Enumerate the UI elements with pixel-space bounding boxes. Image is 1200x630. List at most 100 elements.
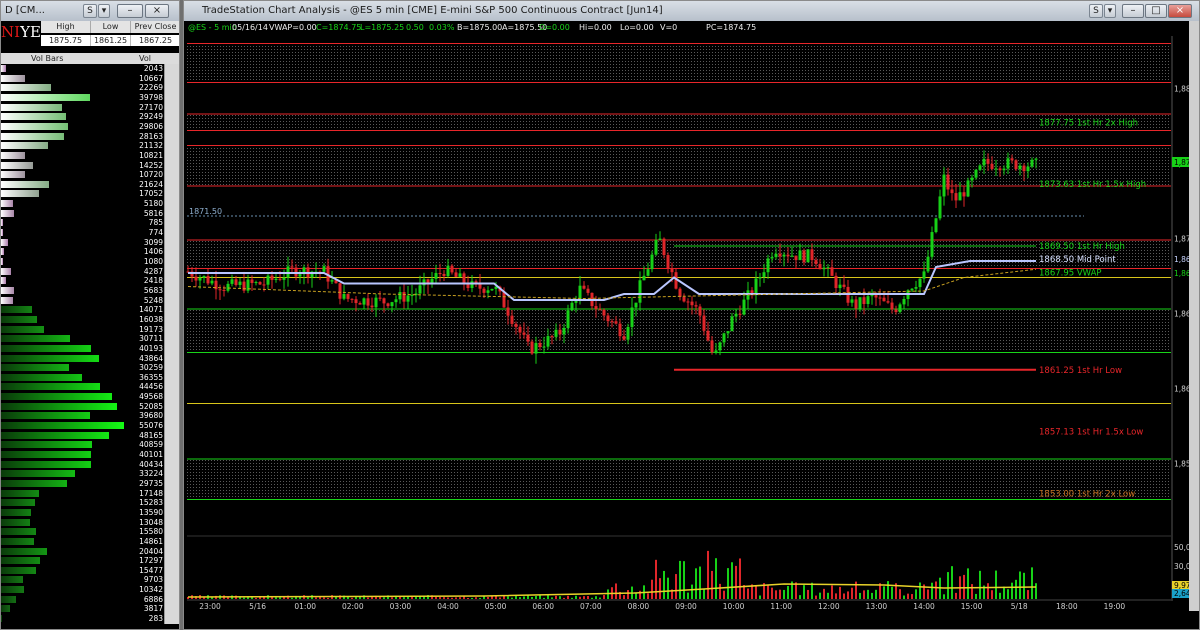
candle-body — [618, 323, 622, 337]
volume-bar — [391, 597, 393, 599]
volume-bar — [587, 596, 589, 599]
ladder-volume-bar — [1, 489, 39, 497]
volume-bar — [347, 596, 349, 599]
volume-bar — [851, 587, 853, 599]
ladder-volume-bar — [1, 576, 23, 584]
time-axis-label: 5/18 — [1011, 602, 1028, 611]
candle-body — [730, 316, 734, 332]
chart-close-button[interactable]: × — [1168, 4, 1192, 18]
candle-body — [870, 295, 874, 297]
ladder-volume-bar — [1, 65, 6, 72]
symbol-button[interactable]: S — [83, 4, 97, 18]
volume-bar — [659, 578, 661, 599]
candle-body — [542, 346, 546, 348]
candle-body — [486, 290, 490, 293]
time-axis-label: 05:00 — [485, 602, 507, 611]
ladder-volume-bar — [1, 557, 40, 565]
volume-bar — [1023, 572, 1025, 599]
candle-body — [758, 277, 762, 279]
candle-body — [342, 294, 346, 299]
volume-ladder: 2043 10667 22269 39798 27170 29249 29806 28163 2… — [1, 64, 179, 624]
ladder-volume-value: 17297 — [139, 556, 163, 566]
level-label: 1853.00 1st Hr 2x Low — [1039, 490, 1135, 500]
ladder-volume-value: 6886 — [143, 594, 163, 604]
candle-body — [458, 273, 462, 277]
volume-bar — [783, 589, 785, 599]
ladder-volume-bar — [1, 441, 92, 449]
volume-bar — [811, 582, 813, 599]
left-window-title: D [CM... — [5, 5, 45, 16]
candle-body — [826, 267, 830, 269]
ladder-volume-bar — [1, 267, 11, 275]
candle-body — [838, 284, 842, 289]
symbol-dropdown-button[interactable]: ▾ — [98, 4, 110, 18]
status-open: O=0.00 — [539, 23, 570, 32]
ladder-volume-value: 10821 — [139, 150, 163, 160]
ladder-volume-bar — [1, 412, 90, 420]
ladder-row: 785 — [1, 218, 166, 227]
price-chart[interactable]: 1871.50 1877.75 1st Hr 2x High 1873.63 1st… — [184, 1, 1200, 630]
ladder-volume-value: 15580 — [139, 527, 163, 537]
volume-bar — [619, 591, 621, 599]
volume-bar — [763, 583, 765, 599]
candle-body — [878, 297, 882, 299]
status-close: C=1874.75 — [316, 23, 362, 32]
candle-body — [746, 290, 750, 300]
volume-bar — [527, 595, 529, 599]
candle-body — [354, 299, 358, 304]
chart-minimize-button[interactable]: – — [1122, 4, 1144, 18]
candle-body — [778, 253, 782, 257]
ladder-volume-bar — [1, 422, 124, 430]
ladder-volume-bar — [1, 499, 35, 507]
ladder-scrollbar[interactable] — [164, 64, 179, 624]
chart-scrollbar[interactable] — [1189, 21, 1199, 611]
volume-bar — [679, 560, 681, 599]
chart-symbol-button[interactable]: S — [1089, 4, 1103, 18]
candle-body — [286, 266, 290, 278]
chart-dropdown-button[interactable]: ▾ — [1104, 4, 1116, 18]
status-lo: Lo=0.00 — [620, 23, 654, 32]
volume-bar — [459, 597, 461, 599]
ladder-row: 27170 — [1, 103, 166, 112]
volume-bar — [1035, 583, 1037, 599]
ladder-volume-value: 3099 — [143, 237, 163, 247]
chart-titlebar[interactable]: TradeStation Chart Analysis - @ES 5 min … — [184, 1, 1199, 22]
candle-body — [530, 341, 534, 354]
time-axis-label: 5/16 — [249, 602, 266, 611]
volume-bar — [931, 582, 933, 599]
ladder-row: 40859 — [1, 440, 166, 449]
candle-body — [318, 271, 322, 273]
volume-bar — [719, 583, 721, 599]
volume-bar — [203, 596, 205, 599]
volume-bar — [423, 596, 425, 599]
candle-body — [802, 250, 806, 263]
candle-body — [246, 279, 250, 291]
ladder-row: 5248 — [1, 296, 166, 305]
candle-body — [558, 329, 562, 335]
time-axis-label: 23:00 — [199, 602, 221, 611]
volume-bar — [687, 592, 689, 599]
volume-bar — [507, 596, 509, 599]
chart-maximize-button[interactable]: □ — [1145, 4, 1167, 18]
volume-bar — [959, 576, 961, 599]
candle-body — [834, 275, 838, 289]
candle-body — [994, 168, 998, 170]
volume-bar — [815, 595, 817, 599]
volume-bar — [379, 597, 381, 599]
volume-bar — [463, 596, 465, 599]
left-titlebar[interactable]: D [CM... S ▾ – × — [1, 1, 179, 22]
close-button[interactable]: × — [145, 4, 169, 18]
volume-bar — [667, 577, 669, 599]
ladder-volume-bar — [1, 354, 99, 362]
ladder-row: 2418 — [1, 276, 166, 285]
candle-body — [254, 282, 258, 284]
ladder-volume-bar — [1, 161, 33, 169]
candle-body — [914, 287, 918, 289]
volume-bar — [747, 588, 749, 599]
ladder-volume-bar — [1, 190, 39, 198]
minimize-button[interactable]: – — [117, 4, 143, 18]
volume-bar — [355, 596, 357, 599]
candle-body — [454, 272, 458, 277]
volume-bar — [267, 595, 269, 599]
volume-bar — [623, 595, 625, 599]
